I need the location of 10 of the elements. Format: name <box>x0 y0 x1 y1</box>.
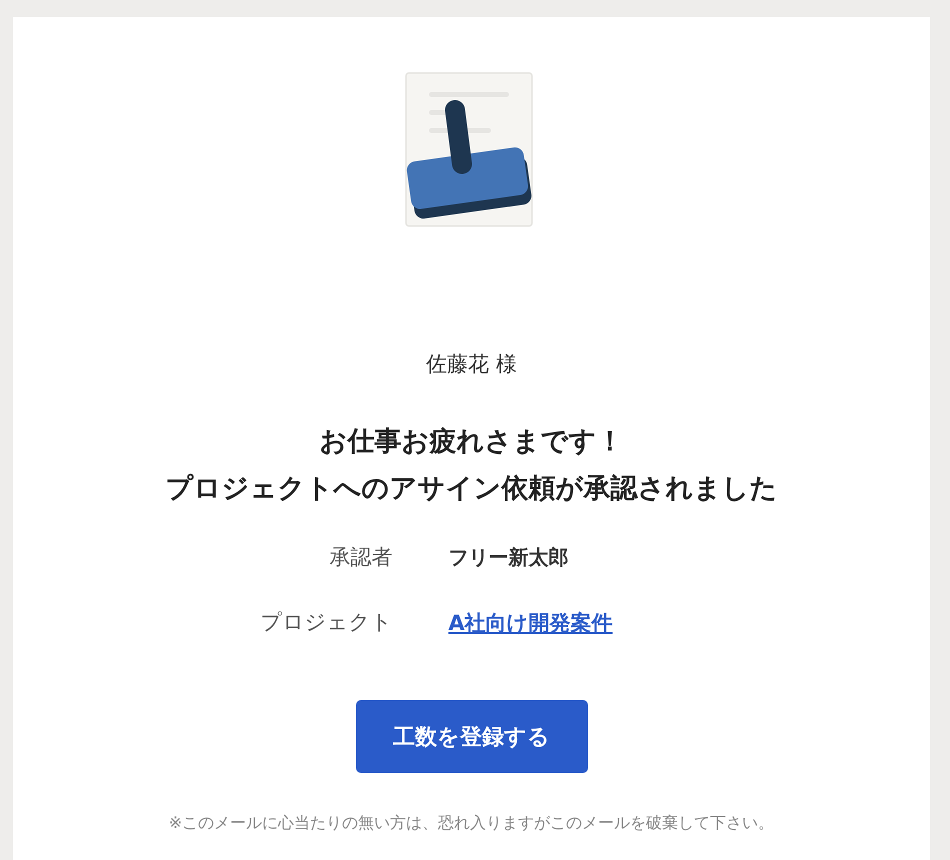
detail-value: フリー新太郎 <box>448 545 568 569</box>
footer-note: ※このメールに心当たりの無い方は、恐れ入りますがこのメールを破棄して下さい。 <box>168 813 774 834</box>
project-link[interactable]: A社向け開発案件 <box>448 610 613 634</box>
heading-text: プロジェクトへのアサイン依頼が承認されました <box>166 472 778 506</box>
heading-text: お仕事お疲れさまです！ <box>318 425 624 459</box>
detail-label: 承認者 <box>328 544 392 571</box>
stamp-document-icon <box>404 72 532 228</box>
register-hours-button[interactable]: 工数を登録する <box>356 700 588 773</box>
recipient-name: 佐藤花 様 <box>426 351 517 378</box>
detail-label: プロジェクト <box>260 609 392 636</box>
